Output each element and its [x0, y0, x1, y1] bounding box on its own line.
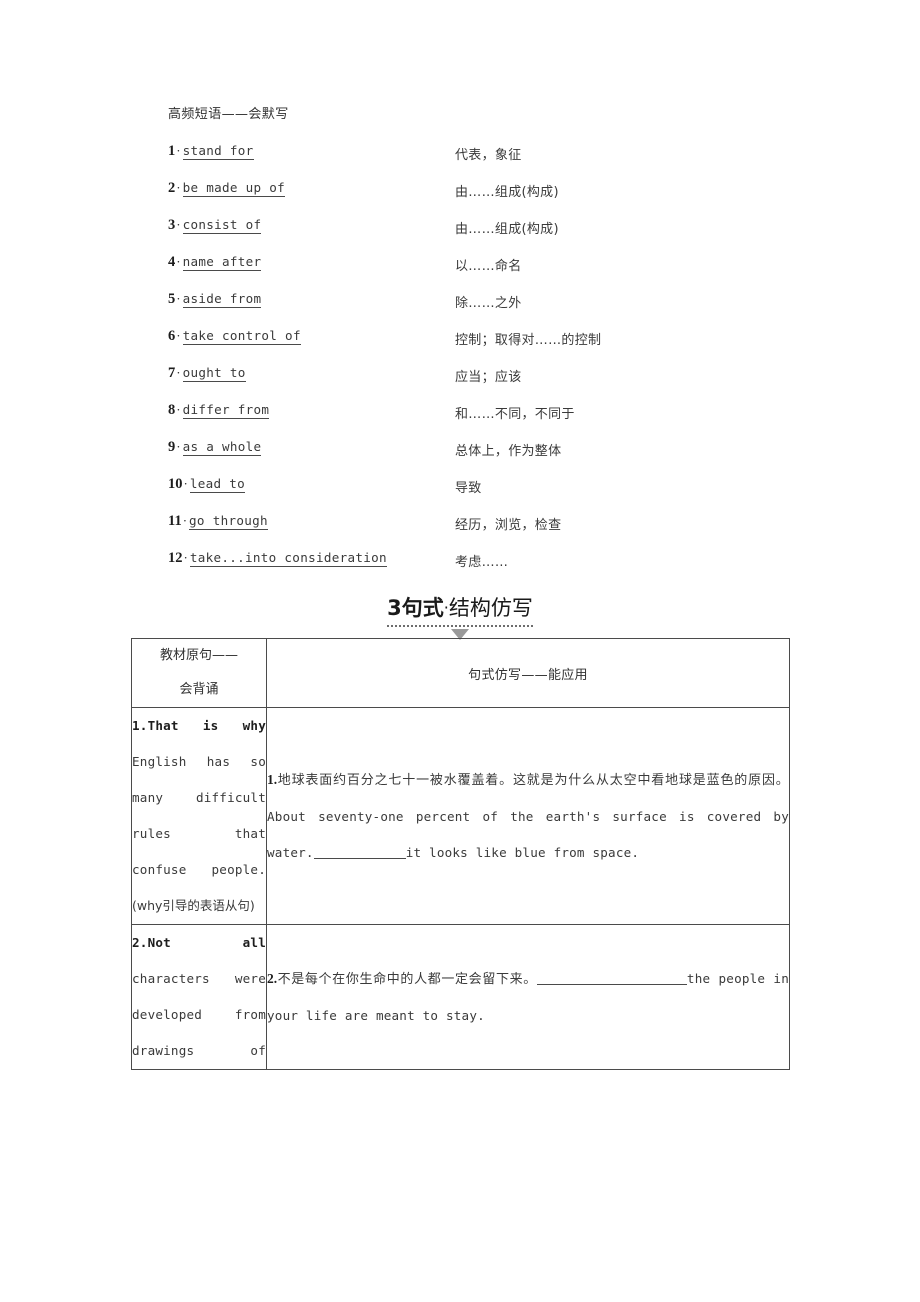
source-sentence-cell-2: 2.Not all characters were developed from… — [131, 924, 267, 1070]
imitation-number: 1. — [267, 771, 278, 787]
phrase-chinese: 经历，浏览，检查 — [455, 518, 562, 533]
phrase-separator: · — [176, 143, 181, 158]
phrase-list: 1· stand for 代表，象征 2· be made up of 由……组成(… — [168, 143, 828, 587]
phrase-number: 11 — [168, 513, 182, 529]
table-row: 2.Not all characters were developed from… — [131, 924, 790, 1070]
phrase-entry-10: 10· lead to — [168, 476, 246, 493]
table-header-source: 教材原句—— 会背诵 — [131, 638, 267, 708]
imitation-sentence-2: 2.不是每个在你生命中的人都一定会留下来。 the people in your … — [267, 961, 789, 1034]
section-title-bold: 句式 — [401, 596, 444, 620]
phrase-chinese: 由……组成(构成) — [455, 222, 559, 237]
phrase-separator: · — [176, 254, 181, 269]
phrase-english: be made up of — [182, 180, 286, 197]
list-item: 9· as a whole 总体上，作为整体 — [168, 439, 828, 476]
imitation-number: 2. — [267, 970, 278, 986]
phrase-chinese: 和……不同，不同于 — [455, 407, 575, 422]
phrase-entry-7: 7· ought to — [168, 365, 246, 382]
answer-blank[interactable] — [536, 971, 687, 985]
phrase-entry-3: 3· consist of — [168, 217, 262, 234]
phrases-section-heading: 高频短语——会默写 — [168, 107, 289, 122]
list-item: 2· be made up of 由……组成(构成) — [168, 180, 828, 217]
phrase-entry-8: 8· differ from — [168, 402, 270, 419]
sentence-pattern-table: 教材原句—— 会背诵 句式仿写——能应用 1.That is why Engli… — [131, 638, 790, 1070]
imitation-english-after: it looks like blue from space. — [405, 844, 640, 860]
imitation-chinese: 地球表面约百分之七十一被水覆盖着。这就是为什么从太空中看地球是蓝色的原因。 — [277, 772, 789, 788]
phrase-english: take...into consideration — [189, 550, 387, 567]
list-item: 3· consist of 由……组成(构成) — [168, 217, 828, 254]
phrase-english: name after — [182, 254, 262, 271]
imitation-cell-2: 2.不是每个在你生命中的人都一定会留下来。 the people in your … — [266, 924, 790, 1070]
phrase-english: differ from — [182, 402, 270, 419]
phrase-entry-4: 4· name after — [168, 254, 262, 271]
phrase-chinese: 总体上，作为整体 — [455, 444, 562, 459]
phrase-entry-6: 6· take control of — [168, 328, 301, 345]
list-item: 5· aside from 除……之外 — [168, 291, 828, 328]
source-sentence-1-rest: English has so many difficult rules that… — [132, 754, 266, 877]
phrase-separator: · — [183, 476, 188, 491]
list-item: 4· name after 以……命名 — [168, 254, 828, 291]
list-item: 8· differ from 和……不同，不同于 — [168, 402, 828, 439]
phrase-english: as a whole — [182, 439, 262, 456]
section-title-rest: 结构仿写 — [448, 596, 533, 620]
table-header-row: 教材原句—— 会背诵 句式仿写——能应用 — [131, 638, 790, 708]
phrase-entry-5: 5· aside from — [168, 291, 262, 308]
phrase-entry-9: 9· as a whole — [168, 439, 262, 456]
phrase-entry-1: 1· stand for — [168, 143, 254, 160]
phrase-separator: · — [176, 217, 181, 232]
list-item: 11· go through 经历，浏览，检查 — [168, 513, 828, 550]
phrase-separator: · — [176, 291, 181, 306]
phrase-english: stand for — [182, 143, 254, 160]
phrase-entry-11: 11· go through — [168, 513, 268, 530]
list-item: 6· take control of 控制；取得对……的控制 — [168, 328, 828, 365]
phrase-separator: · — [176, 328, 181, 343]
phrase-english: consist of — [182, 217, 262, 234]
phrase-english: lead to — [189, 476, 246, 493]
table-header-imitation: 句式仿写——能应用 — [266, 638, 790, 708]
phrase-chinese: 代表，象征 — [455, 148, 522, 163]
list-item: 7· ought to 应当；应该 — [168, 365, 828, 402]
phrase-separator: · — [183, 550, 188, 565]
imitation-cell-1: 1.地球表面约百分之七十一被水覆盖着。这就是为什么从太空中看地球是蓝色的原因。A… — [266, 707, 790, 925]
phrase-separator: · — [176, 439, 181, 454]
source-sentence-1: 1.That is why English has so many diffic… — [132, 708, 266, 888]
phrase-separator: · — [176, 180, 181, 195]
table-header-source-line1: 教材原句—— — [159, 648, 238, 663]
phrase-number: 12 — [168, 550, 183, 566]
source-sentence-1-lead: 1.That is why — [132, 718, 266, 733]
phrase-separator: · — [176, 402, 181, 417]
list-item: 1· stand for 代表，象征 — [168, 143, 828, 180]
phrase-separator: · — [182, 513, 188, 528]
phrase-chinese: 应当；应该 — [455, 370, 522, 385]
phrase-chinese: 导致 — [455, 481, 482, 496]
answer-blank[interactable] — [313, 845, 406, 859]
source-sentence-2-lead: 2.Not all — [132, 935, 266, 950]
source-note-1: (why引导的表语从句) — [132, 898, 255, 913]
list-item: 10· lead to 导致 — [168, 476, 828, 513]
phrase-chinese: 由……组成(构成) — [455, 185, 559, 200]
phrase-chinese: 以……命名 — [455, 259, 522, 274]
source-sentence-cell-1: 1.That is why English has so many diffic… — [131, 707, 267, 925]
section-title: 3句式·结构仿写 — [387, 592, 533, 640]
phrase-chinese: 除……之外 — [455, 296, 522, 311]
section-title-container: 3句式·结构仿写 — [0, 592, 920, 640]
phrase-entry-2: 2· be made up of — [168, 180, 286, 197]
phrase-english: ought to — [182, 365, 246, 382]
phrase-english: aside from — [182, 291, 262, 308]
source-sentence-2-rest: characters were developed from drawings … — [132, 971, 266, 1058]
phrase-chinese: 考虑…… — [455, 555, 509, 570]
phrase-english: take control of — [182, 328, 301, 345]
phrase-number: 10 — [168, 476, 183, 492]
phrase-chinese: 控制；取得对……的控制 — [455, 333, 602, 348]
imitation-sentence-1: 1.地球表面约百分之七十一被水覆盖着。这就是为什么从太空中看地球是蓝色的原因。A… — [267, 762, 789, 871]
imitation-chinese: 不是每个在你生命中的人都一定会留下来。 — [277, 971, 537, 987]
phrase-english: go through — [189, 513, 268, 530]
list-item: 12· take...into consideration 考虑…… — [168, 550, 828, 587]
phrase-entry-12: 12· take...into consideration — [168, 550, 387, 567]
table-header-source-line2: 会背诵 — [179, 682, 219, 697]
source-sentence-2: 2.Not all characters were developed from… — [132, 925, 266, 1069]
phrase-separator: · — [176, 365, 181, 380]
section-title-number: 3 — [387, 596, 402, 620]
worksheet-page: 高频短语——会默写 1· stand for 代表，象征 2· be made up… — [0, 0, 920, 1302]
table-row: 1.That is why English has so many diffic… — [131, 707, 790, 925]
